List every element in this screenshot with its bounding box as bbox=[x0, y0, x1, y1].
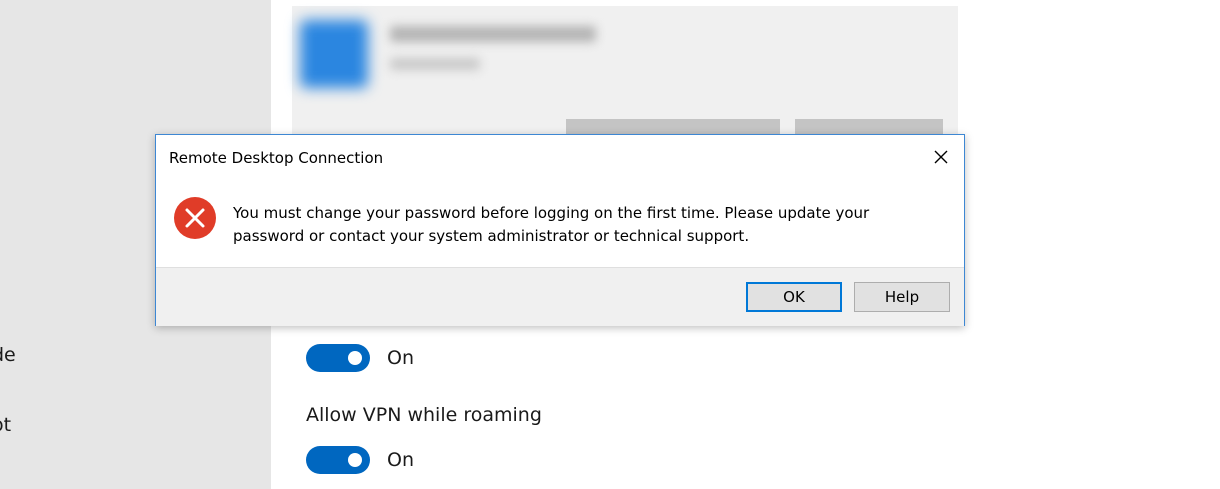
allow-vpn-roaming-toggle-row[interactable]: On bbox=[306, 446, 414, 474]
allow-vpn-roaming-toggle-switch[interactable] bbox=[306, 446, 370, 474]
dialog-title: Remote Desktop Connection bbox=[169, 149, 384, 167]
toggle-state-label: On bbox=[387, 449, 414, 471]
vpn-connection-card[interactable] bbox=[292, 6, 958, 147]
vpn-toggle-row[interactable]: On bbox=[306, 344, 414, 372]
toggle-knob bbox=[348, 351, 362, 365]
dialog-message: You must change your password before log… bbox=[233, 204, 870, 245]
vpn-toggle-switch[interactable] bbox=[306, 344, 370, 372]
toggle-knob bbox=[348, 453, 362, 467]
help-button[interactable]: Help bbox=[854, 282, 950, 312]
close-icon bbox=[934, 150, 948, 164]
close-button[interactable] bbox=[926, 143, 956, 171]
remote-desktop-error-dialog: Remote Desktop Connection You must chang… bbox=[155, 134, 965, 326]
allow-vpn-roaming-label: Allow VPN while roaming bbox=[306, 404, 542, 426]
dialog-button-bar: OK Help bbox=[156, 267, 964, 326]
sidebar-item-1[interactable]: de bbox=[0, 344, 16, 366]
error-icon bbox=[174, 197, 216, 239]
toggle-state-label: On bbox=[387, 347, 414, 369]
ok-button[interactable]: OK bbox=[746, 282, 842, 312]
vpn-icon bbox=[300, 20, 368, 88]
blurred-connection-status bbox=[390, 58, 480, 70]
blurred-connection-name bbox=[390, 26, 596, 42]
sidebar-item-2[interactable]: ot bbox=[0, 414, 11, 436]
